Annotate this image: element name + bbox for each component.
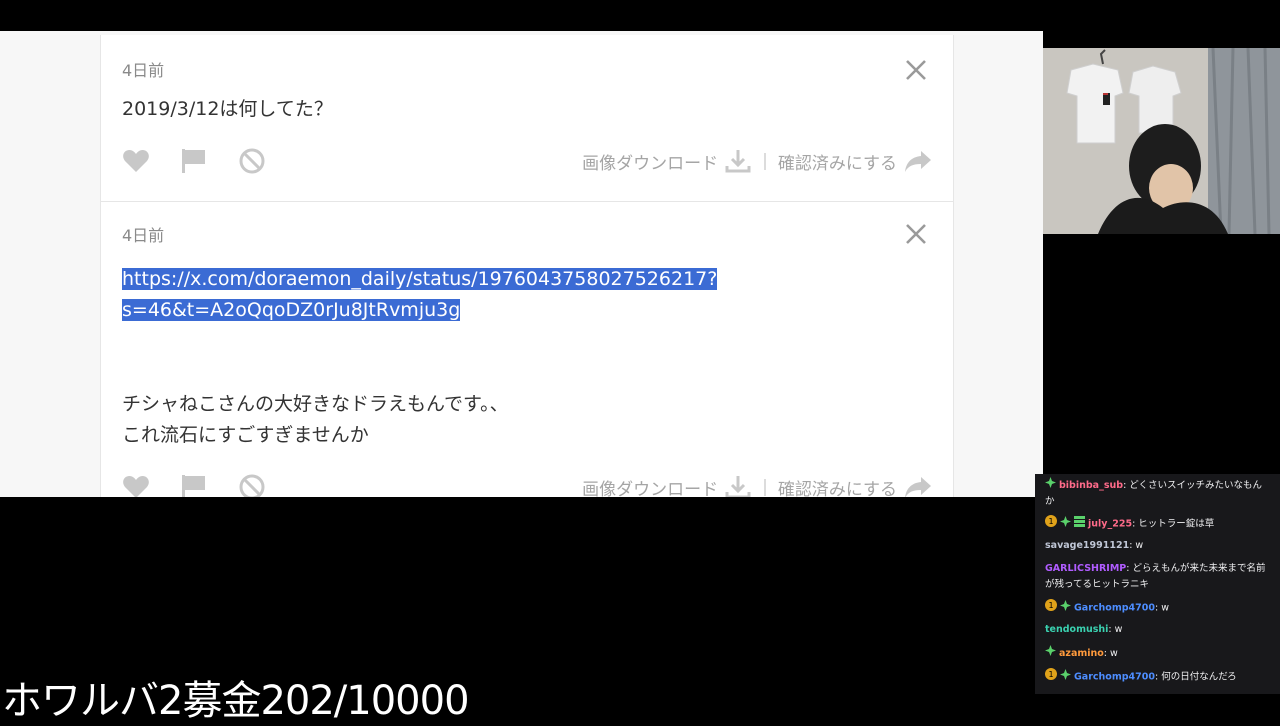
chat-text: : w xyxy=(1129,540,1144,551)
chat-message: 1 july_225: ヒットラー錠は草 xyxy=(1045,515,1274,533)
chat-message: savage1991121: w xyxy=(1045,538,1274,554)
chat-message: bibinba_sub: どくさいスイッチみたいなもんか xyxy=(1045,477,1274,510)
svg-text:1: 1 xyxy=(1048,601,1053,610)
chat-message: azamino: w xyxy=(1045,645,1274,662)
flag-icon[interactable] xyxy=(179,472,209,497)
chat-text-continued: が残ってるヒットラニキ xyxy=(1045,579,1150,590)
mark-confirmed-button[interactable]: 確認済みにする xyxy=(778,474,933,497)
gift-badge-icon: 1 xyxy=(1045,515,1057,533)
card-action-links: 画像ダウンロード | 確認済みにする xyxy=(582,472,933,497)
chat-username[interactable]: azamino xyxy=(1059,648,1104,659)
image-download-label: 画像ダウンロード xyxy=(582,153,719,174)
svg-text:1: 1 xyxy=(1048,670,1053,679)
chat-text: : どくさいスイッチみたいなもん xyxy=(1123,480,1262,491)
question-link[interactable]: https://x.com/doraemon_daily/status/1976… xyxy=(122,264,718,326)
chat-message: tendomushi: w xyxy=(1045,622,1274,638)
question-text: 2019/3/12は何してた？ xyxy=(122,98,333,120)
card-action-links: 画像ダウンロード | 確認済みにする xyxy=(582,146,933,176)
heart-icon[interactable] xyxy=(121,146,151,176)
chat-text: : どらえもんが来た未来まで名前 xyxy=(1126,563,1266,574)
block-icon[interactable] xyxy=(237,472,267,497)
gift-badge-icon: 1 xyxy=(1045,668,1057,686)
chat-username[interactable]: tendomushi xyxy=(1045,624,1108,635)
close-icon[interactable] xyxy=(903,221,929,247)
prime-badge-icon xyxy=(1045,477,1056,494)
gift-badge-icon: 1 xyxy=(1045,599,1057,617)
flag-icon[interactable] xyxy=(179,146,209,176)
chat-message: GARLICSHRIMP: どらえもんが来た未来まで名前が残ってるヒットラニキ xyxy=(1045,561,1274,593)
prime-badge-icon xyxy=(1045,645,1056,662)
link-line-1: https://x.com/doraemon_daily/status/1976… xyxy=(122,268,718,290)
question-card: 4日前 2019/3/12は何してた？ 画像ダウンロード | 確認済みにする xyxy=(100,35,954,202)
prime-badge-icon xyxy=(1060,515,1071,533)
body-line-1: チシャねこさんの大好きなドラえもんです。、 xyxy=(122,393,509,415)
download-icon xyxy=(725,476,751,497)
chat-username[interactable]: GARLICSHRIMP xyxy=(1045,563,1126,574)
prime-badge-icon xyxy=(1060,599,1071,617)
question-card: 4日前 https://x.com/doraemon_daily/status/… xyxy=(100,202,954,497)
link-line-2: s=46&t=A2oQqoDZ0rJu8JtRvmju3g xyxy=(122,299,461,321)
card-actions: 画像ダウンロード | 確認済みにする xyxy=(121,472,933,497)
mark-confirmed-label: 確認済みにする xyxy=(777,153,897,174)
chat-text: : 何の日付なんだろ xyxy=(1154,671,1237,683)
block-icon[interactable] xyxy=(237,146,267,176)
chat-username[interactable]: savage1991121 xyxy=(1045,540,1129,551)
image-download-label: 画像ダウンロード xyxy=(582,479,719,498)
card-timestamp: 4日前 xyxy=(122,61,165,80)
chat-text: : ヒットラー錠は草 xyxy=(1132,518,1215,530)
share-arrow-icon xyxy=(905,151,931,172)
chat-text: : w xyxy=(1108,624,1123,635)
mark-confirmed-button[interactable]: 確認済みにする xyxy=(778,148,933,174)
close-icon[interactable] xyxy=(903,57,929,83)
webcam-feed xyxy=(1043,48,1280,234)
mark-confirmed-label: 確認済みにする xyxy=(777,479,897,498)
card-actions: 画像ダウンロード | 確認済みにする xyxy=(121,146,933,176)
chat-username[interactable]: Garchomp4700 xyxy=(1074,672,1155,683)
heart-icon[interactable] xyxy=(121,472,151,497)
prime-badge-icon xyxy=(1060,668,1071,686)
browser-viewport: 4日前 2019/3/12は何してた？ 画像ダウンロード | 確認済みにする 4… xyxy=(0,31,1043,497)
download-icon xyxy=(725,150,751,173)
svg-text:1: 1 xyxy=(1048,517,1053,526)
chat-message: 1 Garchomp4700: 何の日付なんだろ xyxy=(1045,668,1274,686)
chat-message: 1 Garchomp4700: w xyxy=(1045,599,1274,617)
chat-username[interactable]: Garchomp4700 xyxy=(1074,603,1155,614)
image-download-button[interactable]: 画像ダウンロード xyxy=(582,474,752,497)
action-separator: | xyxy=(762,477,768,497)
chat-text: : w xyxy=(1103,648,1118,659)
donation-counter-overlay: ホワルバ2募金202/10000 xyxy=(2,678,470,724)
card-timestamp: 4日前 xyxy=(122,226,165,245)
chat-username[interactable]: bibinba_sub xyxy=(1059,480,1123,491)
sub-badge-icon xyxy=(1074,515,1085,533)
share-arrow-icon xyxy=(905,477,931,497)
stream-chat: bibinba_sub: どくさいスイッチみたいなもんか 1 july_225: … xyxy=(1035,474,1280,694)
body-line-2: これ流石にすごすぎませんか xyxy=(122,424,369,446)
chat-text: : w xyxy=(1154,602,1169,614)
chat-text-continued: か xyxy=(1045,496,1055,507)
image-download-button[interactable]: 画像ダウンロード xyxy=(582,148,752,174)
question-body: チシャねこさんの大好きなドラえもんです。、 これ流石にすごすぎませんか xyxy=(122,389,509,451)
action-separator: | xyxy=(762,151,768,171)
chat-username[interactable]: july_225 xyxy=(1088,519,1132,530)
